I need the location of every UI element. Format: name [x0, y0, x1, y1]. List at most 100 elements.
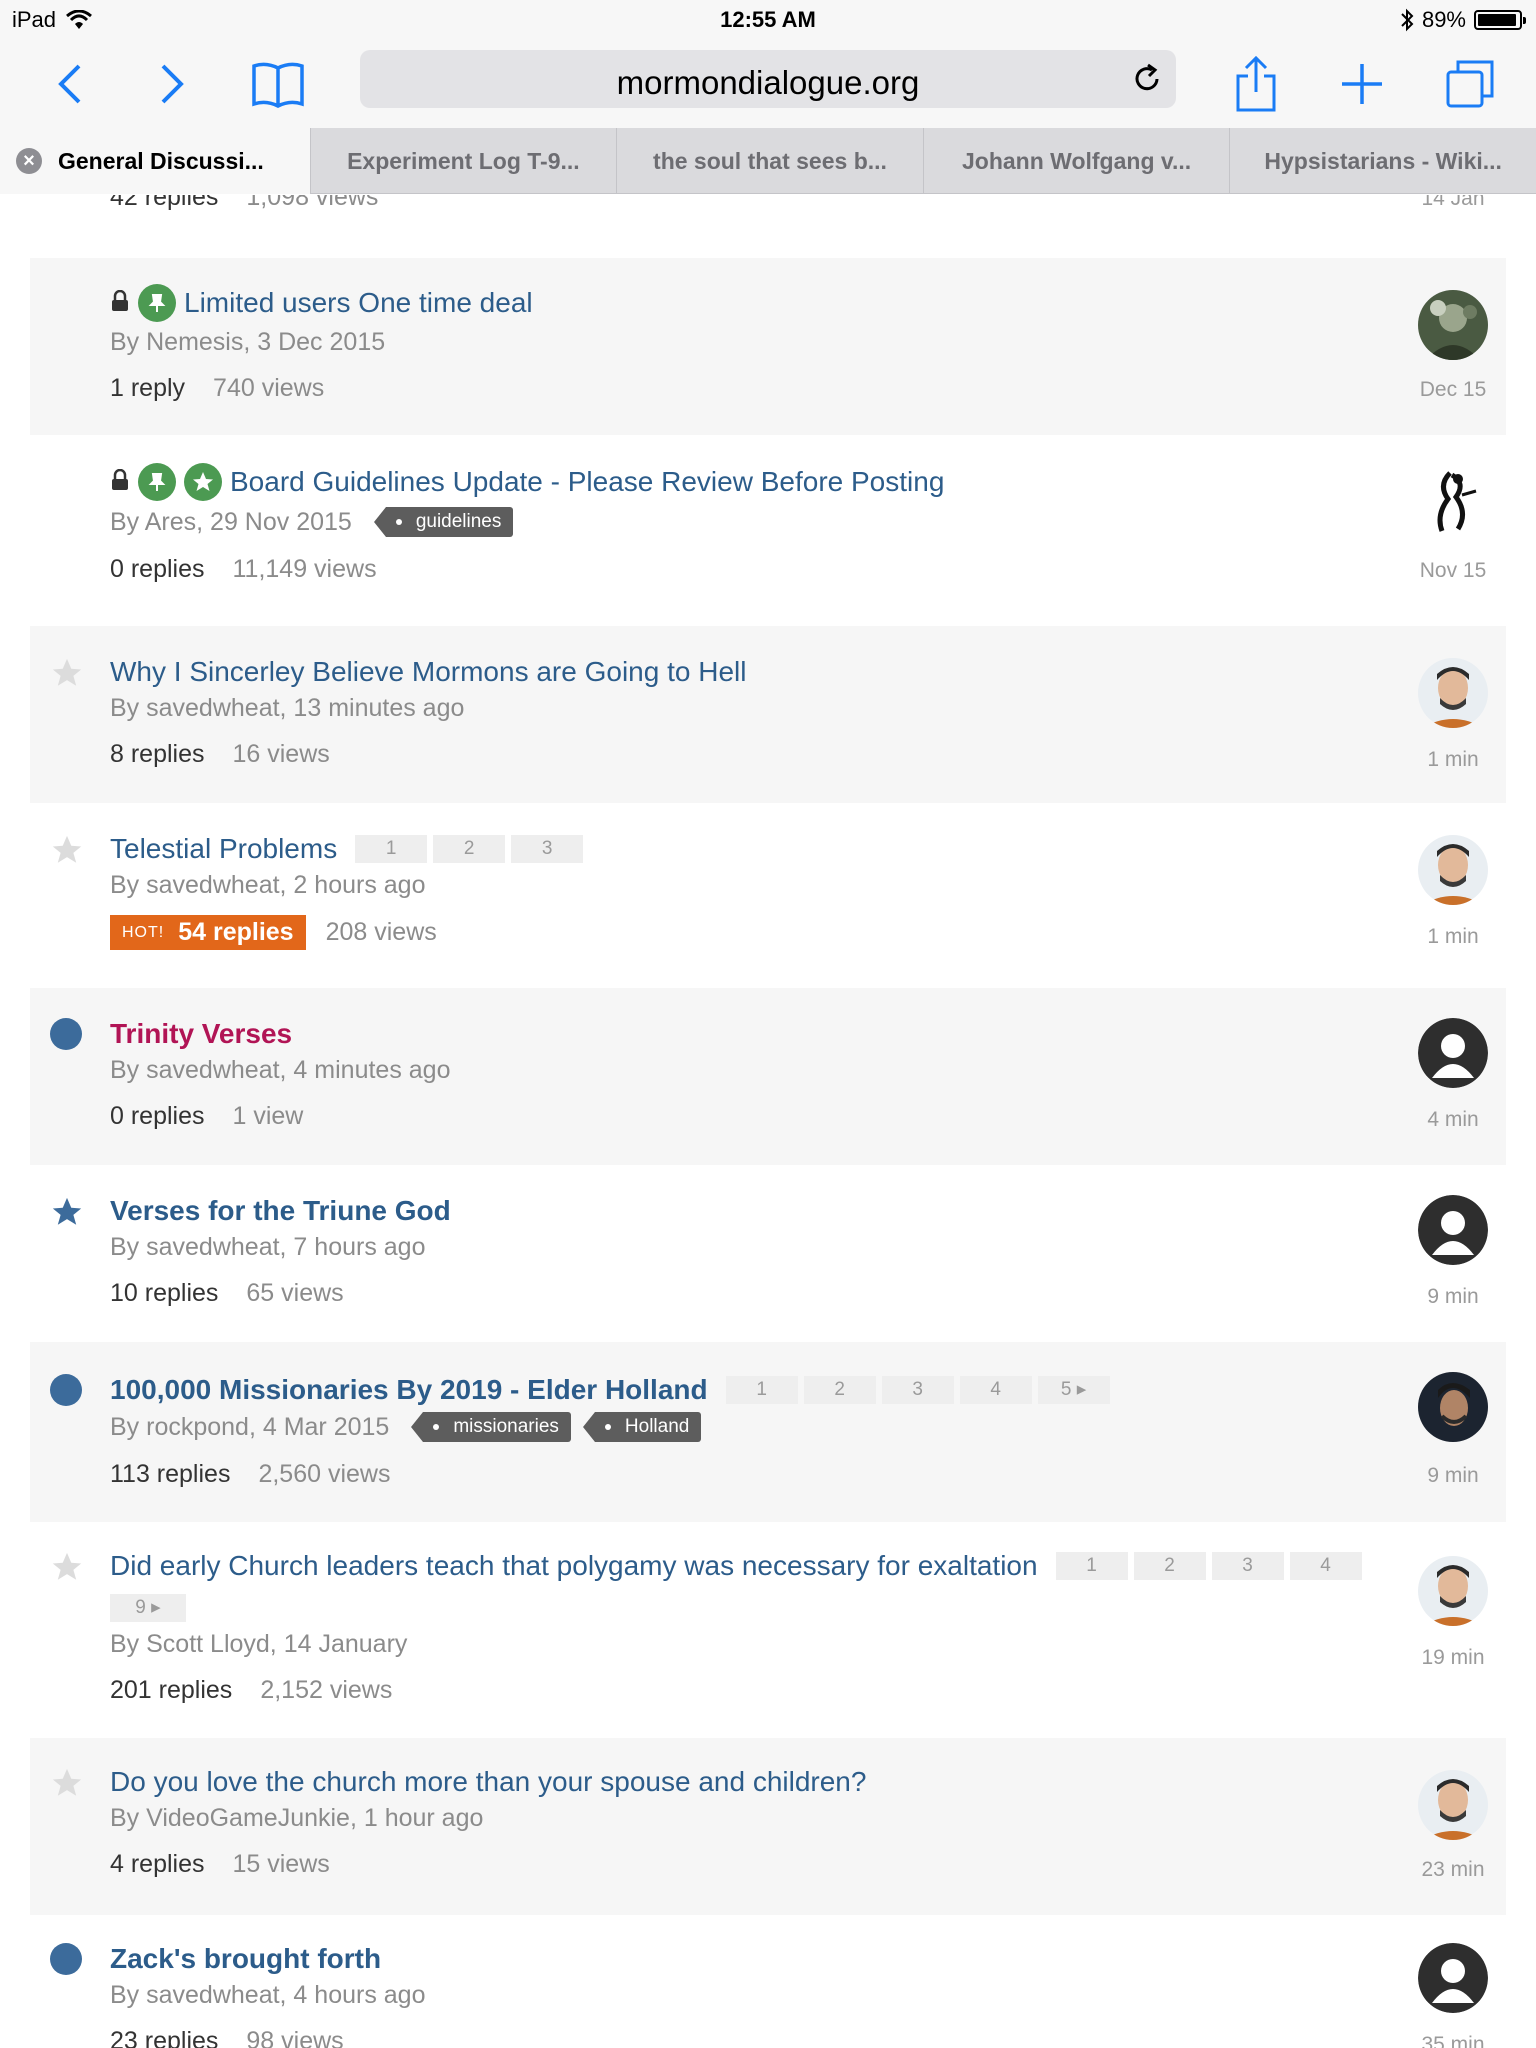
topic-row[interactable]: Do you love the church more than your sp…	[30, 1738, 1506, 1915]
bookmarks-icon[interactable]	[248, 54, 308, 114]
follow-star-icon[interactable]	[50, 1550, 84, 1584]
topic-row[interactable]: Why I Sincerley Believe Mormons are Goin…	[30, 626, 1506, 803]
avatar[interactable]	[1418, 465, 1488, 535]
last-post-time[interactable]: 23 min	[1390, 1858, 1516, 1882]
topic-row[interactable]: 42 replies 1,098 views 14 Jan	[30, 195, 1506, 255]
topic-meta: By savedwheat, 4 minutes ago	[110, 1056, 451, 1084]
tabs-overview-icon[interactable]	[1440, 54, 1500, 114]
topic-title[interactable]: Board Guidelines Update - Please Review …	[230, 466, 944, 498]
topic-row[interactable]: Trinity Verses By savedwheat, 4 minutes …	[30, 988, 1506, 1165]
close-tab-icon[interactable]: ×	[16, 148, 42, 174]
last-post-time[interactable]: 1 min	[1390, 925, 1516, 949]
forward-icon[interactable]	[142, 54, 202, 114]
view-count: 208 views	[325, 918, 437, 946]
reply-count: 0 replies	[110, 555, 205, 583]
view-count: 740 views	[213, 374, 325, 402]
topic-row[interactable]: Limited users One time deal By Nemesis, …	[30, 258, 1506, 435]
tab-label: General Discussi...	[58, 147, 264, 174]
page-link[interactable]: 4	[1289, 1552, 1362, 1580]
pagination: 1 2 3 4 5 ▸	[725, 1376, 1116, 1404]
tab-label: the soul that sees b...	[653, 147, 887, 174]
tab-label: Johann Wolfgang v...	[962, 147, 1192, 174]
topic-row[interactable]: 100,000 Missionaries By 2019 - Elder Hol…	[30, 1342, 1506, 1522]
address-bar[interactable]: mormondialogue.org	[360, 50, 1176, 108]
reply-count: 4 replies	[110, 1850, 205, 1878]
view-count: 15 views	[232, 1850, 330, 1878]
tab-experiment-log[interactable]: Experiment Log T-9...	[309, 128, 617, 194]
page-link[interactable]: 1	[355, 835, 428, 863]
unread-dot-icon[interactable]	[50, 1943, 84, 1977]
last-post-time[interactable]: 1 min	[1390, 748, 1516, 772]
reload-icon[interactable]	[1130, 62, 1164, 101]
view-count: 2,152 views	[260, 1676, 393, 1704]
topic-title[interactable]: Do you love the church more than your sp…	[110, 1766, 866, 1798]
unread-dot-icon[interactable]	[50, 1018, 84, 1052]
tab-johann-wolfgang[interactable]: Johann Wolfgang v...	[922, 128, 1230, 194]
page-link-last[interactable]: 9 ▸	[110, 1594, 186, 1622]
last-post-time[interactable]: 19 min	[1390, 1646, 1516, 1670]
last-post-time[interactable]: 9 min	[1390, 1464, 1516, 1488]
avatar[interactable]	[1418, 1770, 1488, 1840]
tab-soul-that-sees[interactable]: the soul that sees b...	[616, 128, 923, 194]
tab-label: Experiment Log T-9...	[347, 147, 580, 174]
reply-count: 0 replies	[110, 1102, 205, 1130]
page-link[interactable]: 2	[433, 835, 506, 863]
battery-icon	[1474, 10, 1526, 30]
page-link[interactable]: 3	[1211, 1552, 1284, 1580]
last-post-time[interactable]: 9 min	[1390, 1285, 1516, 1309]
default-avatar[interactable]	[1418, 1943, 1488, 2013]
topic-title[interactable]: Did early Church leaders teach that poly…	[110, 1550, 1038, 1582]
last-post-time[interactable]: Nov 15	[1390, 559, 1516, 583]
tab-general-discussion[interactable]: × General Discussi...	[0, 128, 310, 194]
topic-title[interactable]: 100,000 Missionaries By 2019 - Elder Hol…	[110, 1374, 708, 1406]
page-link[interactable]: 3	[511, 835, 584, 863]
topic-title[interactable]: Telestial Problems	[110, 833, 337, 865]
last-post-time[interactable]: 35 min	[1390, 2033, 1516, 2048]
tag-holland[interactable]: Holland	[582, 1412, 702, 1442]
pagination: 1 2 3	[355, 835, 589, 863]
page-link[interactable]: 1	[725, 1376, 798, 1404]
tag-guidelines[interactable]: guidelines	[373, 507, 514, 537]
page-link[interactable]: 4	[959, 1376, 1032, 1404]
topic-title[interactable]: Limited users One time deal	[184, 287, 533, 319]
last-post-time[interactable]: Dec 15	[1390, 378, 1516, 402]
default-avatar[interactable]	[1418, 1018, 1488, 1088]
reply-count: 54 replies	[178, 918, 294, 946]
topic-row[interactable]: Verses for the Triune God By savedwheat,…	[30, 1165, 1506, 1342]
status-bar: iPad 12:55 AM 89%	[0, 0, 1536, 40]
topic-title[interactable]: Trinity Verses	[110, 1018, 292, 1050]
last-post-time[interactable]: 14 Jan	[1390, 195, 1516, 211]
avatar[interactable]	[1418, 1556, 1488, 1626]
follow-star-icon[interactable]	[50, 656, 84, 690]
last-post-time[interactable]: 4 min	[1390, 1108, 1516, 1132]
topic-row[interactable]: Board Guidelines Update - Please Review …	[30, 435, 1506, 620]
page-link[interactable]: 1	[1055, 1552, 1128, 1580]
default-avatar[interactable]	[1418, 1195, 1488, 1265]
topic-title[interactable]: Verses for the Triune God	[110, 1195, 451, 1227]
avatar[interactable]	[1418, 658, 1488, 728]
topic-row[interactable]: Zack's brought forth By savedwheat, 4 ho…	[30, 1915, 1506, 2048]
unread-dot-icon[interactable]	[50, 1374, 84, 1408]
page-link[interactable]: 2	[803, 1376, 876, 1404]
back-icon[interactable]	[40, 54, 100, 114]
new-tab-icon[interactable]	[1332, 54, 1392, 114]
tab-hypsistarians[interactable]: Hypsistarians - Wiki...	[1229, 128, 1536, 194]
page-link[interactable]: 3	[881, 1376, 954, 1404]
page-link-last[interactable]: 5 ▸	[1037, 1376, 1110, 1404]
view-count: 2,560 views	[258, 1460, 391, 1488]
follow-star-icon[interactable]	[50, 833, 84, 867]
topic-title[interactable]: Why I Sincerley Believe Mormons are Goin…	[110, 656, 746, 688]
topic-row[interactable]: Did early Church leaders teach that poly…	[30, 1522, 1506, 1732]
follow-star-icon[interactable]	[50, 1766, 84, 1800]
avatar[interactable]	[1418, 1372, 1488, 1442]
topic-row[interactable]: Telestial Problems 1 2 3 By savedwheat, …	[30, 803, 1506, 980]
page-link[interactable]: 2	[1133, 1552, 1206, 1580]
topic-title[interactable]: Zack's brought forth	[110, 1943, 381, 1975]
topic-meta: By savedwheat, 13 minutes ago	[110, 694, 465, 722]
avatar[interactable]	[1418, 835, 1488, 905]
share-icon[interactable]	[1226, 54, 1286, 114]
reply-count: 10 replies	[110, 1279, 219, 1307]
tag-missionaries[interactable]: missionaries	[411, 1412, 571, 1442]
avatar[interactable]	[1418, 290, 1488, 360]
followed-star-icon[interactable]	[50, 1195, 84, 1229]
